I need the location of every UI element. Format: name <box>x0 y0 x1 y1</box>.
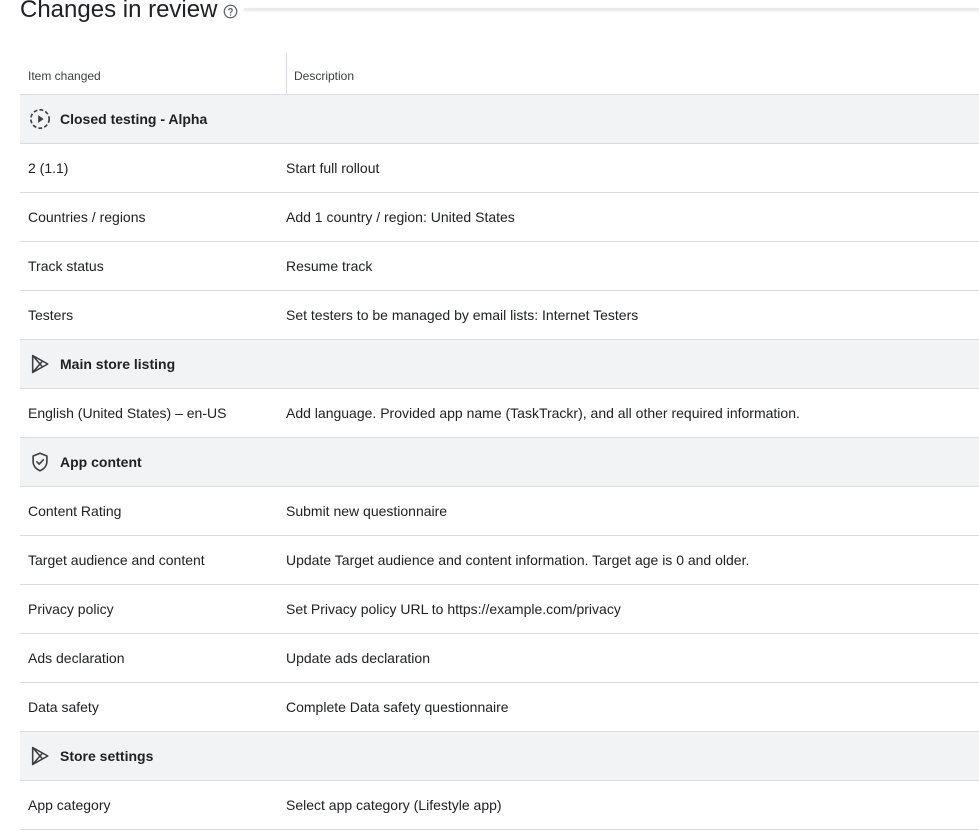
section-closed-testing: Closed testing - Alpha <box>20 95 979 144</box>
table-row: Track status Resume track <box>20 242 979 291</box>
description-cell: Add 1 country / region: United States <box>286 209 515 225</box>
item-cell: Privacy policy <box>28 601 114 617</box>
top-divider <box>244 8 979 10</box>
section-title: App content <box>60 454 142 470</box>
play-store-icon <box>29 745 51 767</box>
testing-track-icon <box>29 108 51 130</box>
item-cell: Countries / regions <box>28 209 146 225</box>
item-cell: Content Rating <box>28 503 122 519</box>
section-title: Main store listing <box>60 356 176 372</box>
table-row: Ads declaration Update ads declaration <box>20 634 979 683</box>
column-header-item-changed[interactable]: Item changed <box>20 53 287 94</box>
help-circle-icon[interactable] <box>223 4 238 19</box>
section-app-content: App content <box>20 438 979 487</box>
page-title: Changes in review <box>20 0 218 23</box>
description-cell: Update ads declaration <box>286 650 430 666</box>
table-header: Item changed Description <box>20 53 979 95</box>
item-cell: Ads declaration <box>28 650 125 666</box>
item-cell: Data safety <box>28 699 99 715</box>
description-cell: Update Target audience and content infor… <box>286 552 750 568</box>
item-cell: Track status <box>28 258 104 274</box>
shield-check-icon <box>29 451 51 473</box>
item-cell: 2 (1.1) <box>28 160 69 176</box>
item-cell: Testers <box>28 307 74 323</box>
description-cell: Add language. Provided app name (TaskTra… <box>286 405 800 421</box>
section-title: Store settings <box>60 748 154 764</box>
table-row: Privacy policy Set Privacy policy URL to… <box>20 585 979 634</box>
table-row: Data safety Complete Data safety questio… <box>20 683 979 732</box>
section-title: Closed testing - Alpha <box>60 111 208 127</box>
table-row: Target audience and content Update Targe… <box>20 536 979 585</box>
description-cell: Submit new questionnaire <box>286 503 448 519</box>
table-row: Countries / regions Add 1 country / regi… <box>20 193 979 242</box>
title-row: Changes in review <box>20 0 238 28</box>
description-cell: Set testers to be managed by email lists… <box>286 307 639 323</box>
description-cell: Complete Data safety questionnaire <box>286 699 509 715</box>
item-cell: English (United States) – en-US <box>28 405 227 421</box>
table-row: Testers Set testers to be managed by ema… <box>20 291 979 340</box>
section-store-settings: Store settings <box>20 732 979 781</box>
changes-table: Item changed Description Closed testing … <box>20 53 979 830</box>
table-row: Content Rating Submit new questionnaire <box>20 487 979 536</box>
item-cell: App category <box>28 797 111 813</box>
changes-in-review-page: Changes in review Item changed Descripti… <box>0 0 979 835</box>
table-row: 2 (1.1) Start full rollout <box>20 144 979 193</box>
table-row: App category Select app category (Lifest… <box>20 781 979 830</box>
play-store-icon <box>29 353 51 375</box>
column-header-description[interactable]: Description <box>287 53 354 94</box>
description-cell: Set Privacy policy URL to https://exampl… <box>286 601 621 617</box>
description-cell: Resume track <box>286 258 373 274</box>
item-cell: Target audience and content <box>28 552 205 568</box>
section-main-store-listing: Main store listing <box>20 340 979 389</box>
description-cell: Select app category (Lifestyle app) <box>286 797 502 813</box>
description-cell: Start full rollout <box>286 160 380 176</box>
table-row: English (United States) – en-US Add lang… <box>20 389 979 438</box>
